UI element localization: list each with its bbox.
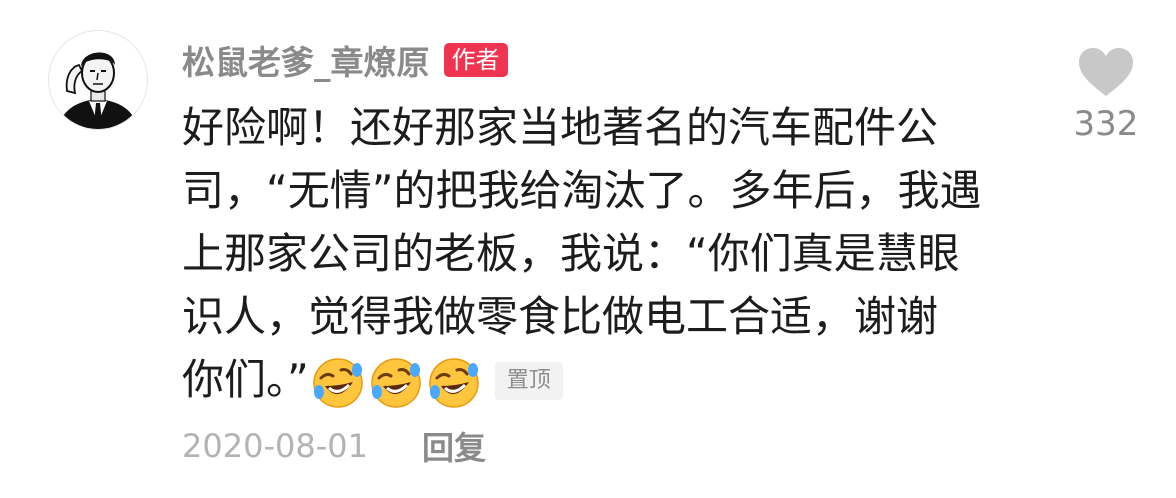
heart-icon[interactable] [1077,46,1135,98]
comment-body-line: 好险啊！还好那家当地著名的汽车配件公 [182,103,939,152]
like-area: 332 [1066,46,1146,144]
author-badge: 作者 [443,43,508,77]
comment-body-last-line: 你们。” 置顶 [182,348,1032,411]
rofl-emoji-icon [371,357,421,408]
comment-body-line: 识人，觉得我做零食比做电工合适，谢谢 [182,292,939,341]
rofl-emoji-icon [429,357,479,408]
comment-item: 松鼠老爹_章燎原 作者 好险啊！还好那家当地著名的汽车配件公 司，“无情”的把我… [0,0,1176,498]
avatar-portrait-icon [49,31,147,129]
emoji-group [311,356,485,410]
comment-header: 松鼠老爹_章燎原 作者 [182,38,508,82]
author-name[interactable]: 松鼠老爹_章燎原 [182,36,430,84]
rofl-emoji-icon [313,357,363,408]
avatar[interactable] [48,30,148,130]
reply-button[interactable]: 回复 [422,423,486,469]
pinned-badge: 置顶 [494,361,563,400]
comment-body: 好险啊！还好那家当地著名的汽车配件公 司，“无情”的把我给淘汰了。多年后，我遇 … [182,96,1032,411]
comment-date: 2020-08-01 [182,427,368,465]
comment-body-line: 司，“无情”的把我给淘汰了。多年后，我遇 [182,166,982,215]
like-count: 332 [1073,104,1139,144]
comment-footer: 2020-08-01 回复 [182,424,486,468]
comment-body-line: 上那家公司的老板，我说：“你们真是慧眼 [182,229,960,278]
comment-body-line: 你们。” [182,355,309,404]
